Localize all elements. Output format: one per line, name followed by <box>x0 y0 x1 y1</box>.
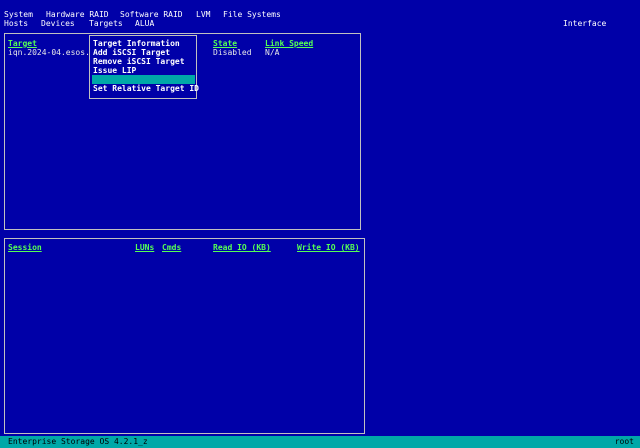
menu-item-remove-iscsi-target[interactable]: Remove iSCSI Target <box>92 57 195 66</box>
status-bar: Enterprise Storage OS 4.2.1_z root <box>0 436 640 448</box>
col-header-luns: LUNs <box>135 243 155 252</box>
menu-item-enable-disable-target[interactable]: Enable/Disable Target <box>92 75 195 84</box>
menu-item-target-information[interactable]: Target Information <box>92 39 195 48</box>
menu-interface[interactable]: Interface <box>563 19 606 28</box>
col-header-cmds: Cmds <box>162 243 182 252</box>
sessions-panel <box>4 238 365 434</box>
col-header-target: Target <box>8 39 37 48</box>
col-header-write-io: Write IO (KB) <box>297 243 360 252</box>
status-user: root <box>614 437 634 446</box>
menu-item-issue-lip[interactable]: Issue LIP <box>92 66 195 75</box>
col-header-state: State <box>213 39 238 48</box>
menu-system[interactable]: System <box>4 10 33 19</box>
menu-lvm[interactable]: LVM <box>196 10 210 19</box>
target-name-cell: iqn.2024-04.esos. <box>8 48 90 57</box>
menu-file-systems[interactable]: File Systems <box>223 10 281 19</box>
menu-targets[interactable]: Targets <box>89 19 123 28</box>
status-os-version: Enterprise Storage OS 4.2.1_z <box>8 437 148 446</box>
menu-hardware-raid[interactable]: Hardware RAID <box>46 10 109 19</box>
menu-item-set-relative-target-id[interactable]: Set Relative Target ID <box>92 84 199 93</box>
menu-hosts[interactable]: Hosts <box>4 19 28 28</box>
col-header-link-speed: Link Speed <box>265 39 314 48</box>
menu-software-raid[interactable]: Software RAID <box>120 10 183 19</box>
targets-dropdown-menu: Target Information Add iSCSI Target Remo… <box>89 35 199 99</box>
col-header-session: Session <box>8 243 42 252</box>
menu-item-add-iscsi-target[interactable]: Add iSCSI Target <box>92 48 195 57</box>
menu-alua[interactable]: ALUA <box>135 19 154 28</box>
col-header-read-io: Read IO (KB) <box>213 243 271 252</box>
target-state-cell: Disabled <box>213 48 252 57</box>
menu-devices[interactable]: Devices <box>41 19 75 28</box>
target-link-speed-cell: N/A <box>265 48 280 57</box>
